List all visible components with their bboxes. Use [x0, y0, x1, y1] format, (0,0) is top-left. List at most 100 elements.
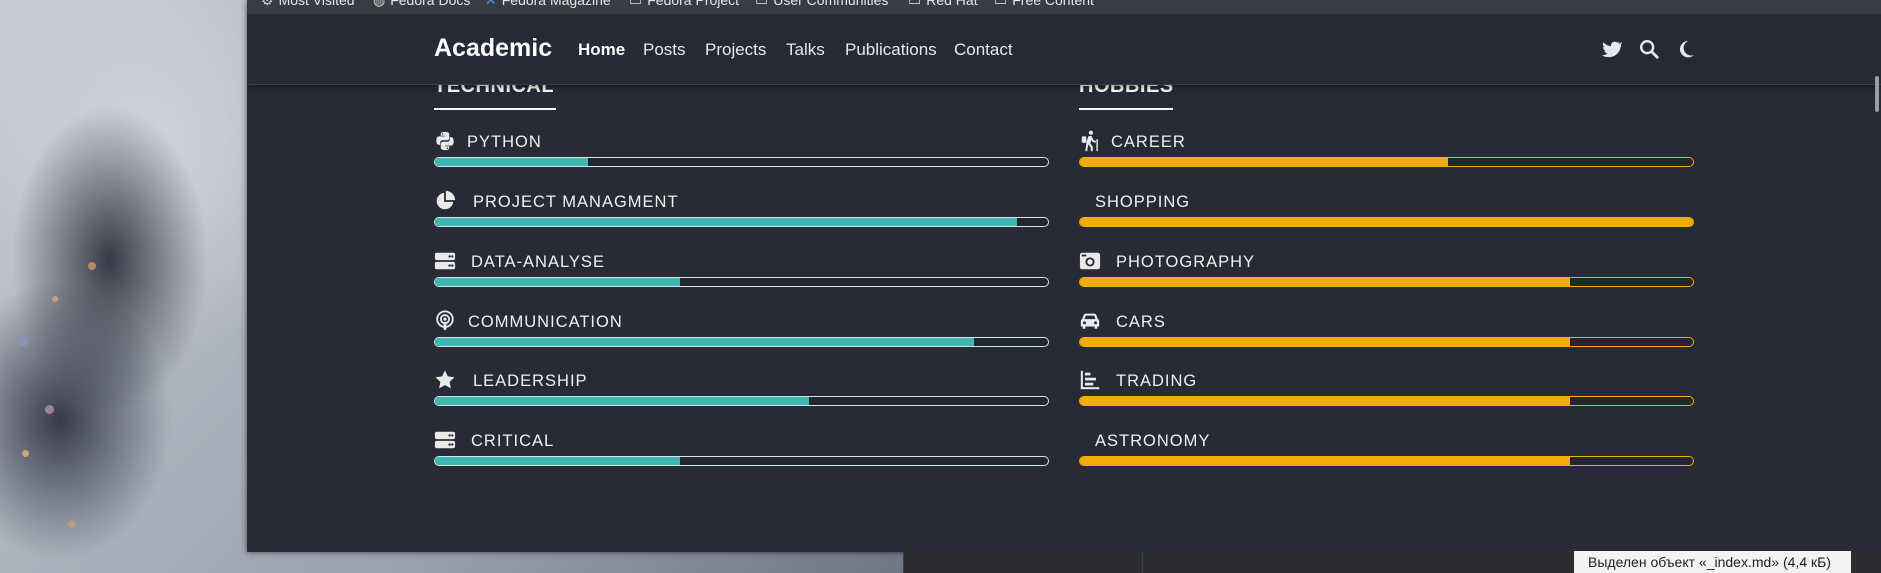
nav-publications[interactable]: Publications — [845, 40, 937, 60]
bookmarks-toolbar: ⚙ Most Visited ◍ Fedora Docs ✕ Fedora Magaz… — [247, 0, 1881, 14]
site-brand[interactable]: Academic — [434, 34, 552, 63]
podcast-icon — [436, 310, 454, 331]
skill-progress-bar — [434, 157, 1049, 167]
skill-progress-bar — [1079, 157, 1694, 167]
bookmark-fedora-docs[interactable]: ◍ Fedora Docs — [373, 0, 470, 9]
hiking-icon — [1081, 130, 1098, 152]
skill-progress-bar — [1079, 217, 1694, 227]
skill-progress-bar — [1079, 337, 1694, 347]
camera-retro-icon — [1079, 252, 1101, 270]
globe-icon: ◍ — [373, 0, 386, 8]
skill-leadership: LEADERSHIP — [434, 369, 1049, 413]
star-icon — [435, 370, 455, 389]
file-manager-separator — [903, 552, 904, 573]
folder-icon: ▭ — [994, 0, 1008, 8]
bookmark-fedora-magazine[interactable]: ✕ Fedora Magazine — [485, 0, 611, 9]
bookmark-label: User Communities — [773, 0, 889, 8]
nav-talks[interactable]: Talks — [786, 40, 825, 60]
skill-progress-bar — [434, 456, 1049, 466]
skill-progress-fill — [435, 158, 589, 166]
skill-critical: CRITICAL — [434, 429, 1049, 473]
car-icon — [1080, 313, 1100, 329]
skill-data-analyse: DATA-ANALYSE — [434, 250, 1049, 294]
hobby-trading: TRADING — [1079, 369, 1694, 413]
hobby-astronomy: ASTRONOMY — [1079, 429, 1694, 473]
file-manager-separator — [1142, 552, 1143, 573]
web-page: Academic Home Posts Projects Talks Publi… — [247, 14, 1881, 552]
skills-section: TECHNICAL PYTHON PROJECT MANAGMENT DATA-… — [247, 14, 1881, 552]
moon-icon[interactable] — [1675, 38, 1697, 60]
skill-progress-fill — [1080, 397, 1571, 405]
pie-chart-icon — [436, 190, 456, 210]
gear-icon: ⚙ — [261, 0, 274, 8]
wallpaper-speck — [52, 296, 58, 302]
skill-progress-bar — [434, 396, 1049, 406]
browser-window: ⚙ Most Visited ◍ Fedora Docs ✕ Fedora Magaz… — [247, 0, 1881, 552]
skill-label: TRADING — [1116, 372, 1198, 390]
skill-label: CRITICAL — [471, 432, 555, 450]
wallpaper-speck — [68, 520, 76, 528]
bookmark-fedora-project[interactable]: ▭ Fedora Project — [629, 0, 739, 9]
skill-project-management: PROJECT MANAGMENT — [434, 190, 1049, 234]
bookmark-free-content[interactable]: ▭ Free Content — [994, 0, 1094, 9]
skill-label: DATA-ANALYSE — [471, 253, 605, 271]
skill-progress-bar — [434, 217, 1049, 227]
skill-label: PYTHON — [467, 133, 542, 151]
bookmark-most-visited[interactable]: ⚙ Most Visited — [261, 0, 355, 9]
skill-progress-fill — [1080, 338, 1571, 346]
twitter-icon[interactable] — [1600, 38, 1622, 60]
hobby-photography: PHOTOGRAPHY — [1079, 250, 1694, 294]
bookmark-label: Fedora Project — [647, 0, 740, 8]
bookmark-red-hat[interactable]: ▭ Red Hat — [908, 0, 978, 9]
hobby-career: CAREER — [1079, 130, 1694, 174]
skill-progress-bar — [1079, 456, 1694, 466]
server-icon — [434, 252, 456, 270]
skill-label: CAREER — [1111, 133, 1186, 151]
bookmark-label: Fedora Magazine — [501, 0, 611, 8]
skill-label: COMMUNICATION — [468, 313, 623, 331]
skill-progress-bar — [434, 277, 1049, 287]
technical-title-underline — [434, 108, 556, 110]
bookmark-label: Red Hat — [926, 0, 978, 8]
nav-home[interactable]: Home — [578, 40, 625, 60]
skill-python: PYTHON — [434, 130, 1049, 174]
fedora-icon: ✕ — [485, 0, 497, 8]
python-icon — [436, 131, 454, 151]
server-icon — [434, 431, 456, 449]
skill-progress-fill — [435, 457, 681, 465]
hobby-shopping: SHOPPING — [1079, 190, 1694, 234]
hobbies-title-underline — [1079, 108, 1173, 110]
wallpaper-speck — [22, 450, 29, 457]
nav-contact[interactable]: Contact — [954, 40, 1013, 60]
skill-progress-fill — [1080, 278, 1571, 286]
skill-progress-fill — [435, 218, 1018, 226]
nav-posts[interactable]: Posts — [643, 40, 686, 60]
skill-label: PHOTOGRAPHY — [1116, 253, 1256, 271]
skill-progress-fill — [1080, 218, 1693, 226]
skill-label: PROJECT MANAGMENT — [473, 193, 679, 211]
skill-progress-fill — [435, 397, 809, 405]
hobby-cars: CARS — [1079, 310, 1694, 354]
skill-label: LEADERSHIP — [473, 372, 588, 390]
site-navbar: Academic Home Posts Projects Talks Publi… — [247, 14, 1881, 85]
bookmark-label: Free Content — [1012, 0, 1094, 8]
skill-label: ASTRONOMY — [1095, 432, 1211, 450]
skill-progress-fill — [435, 338, 975, 346]
skill-progress-bar — [1079, 396, 1694, 406]
chart-bar-icon — [1080, 370, 1100, 390]
skill-label: CARS — [1116, 313, 1166, 331]
skill-progress-bar — [1079, 277, 1694, 287]
bookmark-user-communities[interactable]: ▭ User Communities — [755, 0, 888, 9]
skill-progress-fill — [435, 278, 681, 286]
search-icon[interactable] — [1638, 38, 1660, 60]
nav-projects[interactable]: Projects — [705, 40, 766, 60]
skill-progress-bar — [434, 337, 1049, 347]
skill-progress-fill — [1080, 457, 1571, 465]
skill-progress-fill — [1080, 158, 1448, 166]
page-scrollbar[interactable] — [1875, 76, 1879, 112]
wallpaper-speck — [45, 405, 54, 414]
file-manager-status-bar: Выделен объект «_index.md» (4,4 кБ) — [1574, 551, 1851, 573]
folder-icon: ▭ — [755, 0, 769, 8]
bookmark-label: Most Visited — [278, 0, 355, 8]
wallpaper-speck — [18, 336, 28, 346]
